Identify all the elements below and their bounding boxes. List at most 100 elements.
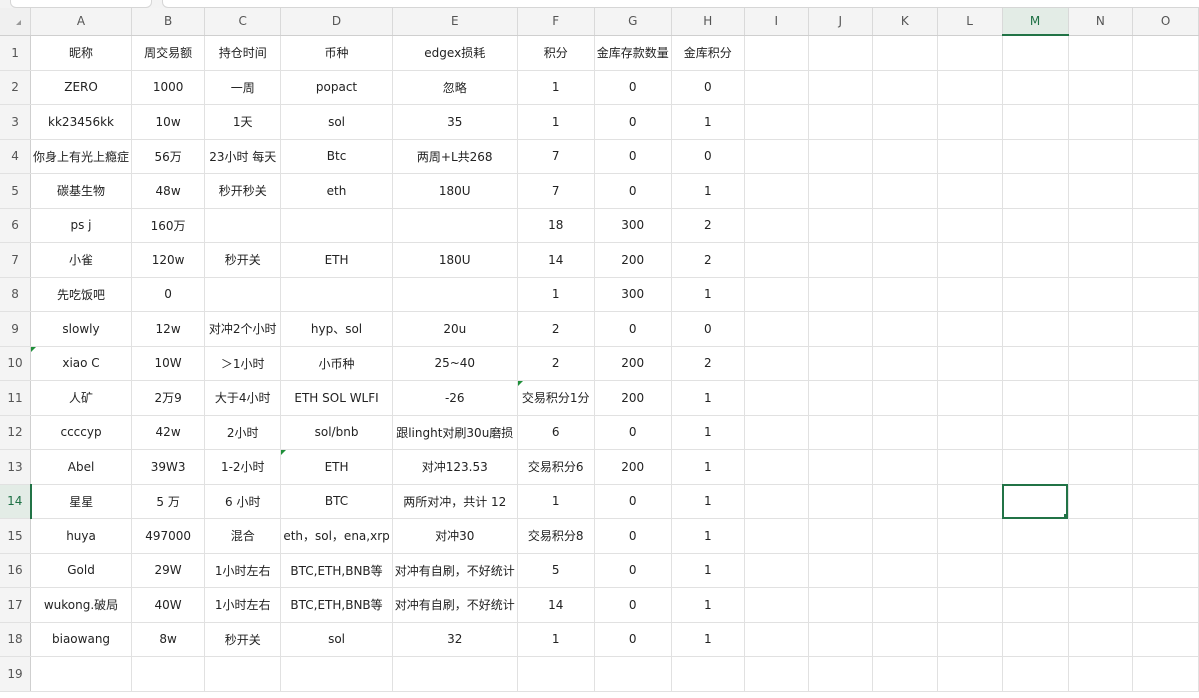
row-header-3[interactable]: 3 xyxy=(0,104,32,140)
row-header-13[interactable]: 13 xyxy=(0,449,32,485)
cell-g1[interactable]: 金库存款数量 xyxy=(594,35,672,71)
cell-m3[interactable] xyxy=(1002,104,1069,140)
cell-l1[interactable] xyxy=(937,35,1003,71)
cell-b3[interactable]: 10w xyxy=(131,104,206,140)
cell-k3[interactable] xyxy=(872,104,938,140)
column-header-i[interactable]: I xyxy=(744,8,809,36)
cell-c16[interactable]: 1小时左右 xyxy=(204,553,282,588)
cell-j16[interactable] xyxy=(808,553,874,588)
cell-k6[interactable] xyxy=(872,208,938,243)
cell-l17[interactable] xyxy=(937,587,1003,623)
cell-m19[interactable] xyxy=(1002,656,1069,692)
cell-i12[interactable] xyxy=(744,415,809,450)
cell-m6[interactable] xyxy=(1002,208,1069,243)
cell-i16[interactable] xyxy=(744,553,809,588)
cell-a1[interactable]: 昵称 xyxy=(30,35,133,71)
cell-k19[interactable] xyxy=(872,656,938,692)
cell-j7[interactable] xyxy=(808,242,874,278)
cell-d19[interactable] xyxy=(280,656,393,692)
cell-b7[interactable]: 120w xyxy=(131,242,206,278)
cell-f15[interactable]: 交易积分8 xyxy=(517,518,595,554)
column-header-f[interactable]: F xyxy=(517,8,595,36)
cell-d13[interactable]: ETH xyxy=(280,449,393,485)
cell-l9[interactable] xyxy=(937,311,1003,347)
cell-c13[interactable]: 1-2小时 xyxy=(204,449,282,485)
cell-n3[interactable] xyxy=(1068,104,1134,140)
cell-l12[interactable] xyxy=(937,415,1003,450)
cell-o3[interactable] xyxy=(1132,104,1199,140)
cell-k14[interactable] xyxy=(872,484,938,519)
cell-g16[interactable]: 0 xyxy=(594,553,672,588)
cell-j19[interactable] xyxy=(808,656,874,692)
cell-c11[interactable]: 大于4小时 xyxy=(204,380,282,416)
cell-l10[interactable] xyxy=(937,346,1003,381)
cell-l8[interactable] xyxy=(937,277,1003,312)
cell-a3[interactable]: kk23456kk xyxy=(30,104,133,140)
row-header-18[interactable]: 18 xyxy=(0,622,32,657)
cell-n17[interactable] xyxy=(1068,587,1134,623)
cell-j10[interactable] xyxy=(808,346,874,381)
cell-n4[interactable] xyxy=(1068,139,1134,174)
column-header-m[interactable]: M xyxy=(1002,8,1069,36)
cell-k8[interactable] xyxy=(872,277,938,312)
cell-h1[interactable]: 金库积分 xyxy=(671,35,745,71)
cell-m13[interactable] xyxy=(1002,449,1069,485)
cell-f16[interactable]: 5 xyxy=(517,553,595,588)
column-header-b[interactable]: B xyxy=(131,8,206,36)
cell-c8[interactable] xyxy=(204,277,282,312)
cell-i9[interactable] xyxy=(744,311,809,347)
column-header-c[interactable]: C xyxy=(204,8,282,36)
cell-f12[interactable]: 6 xyxy=(517,415,595,450)
cell-m18[interactable] xyxy=(1002,622,1069,657)
cell-e15[interactable]: 对冲30 xyxy=(392,518,518,554)
cell-g8[interactable]: 300 xyxy=(594,277,672,312)
cell-m4[interactable] xyxy=(1002,139,1069,174)
cell-f2[interactable]: 1 xyxy=(517,70,595,105)
cell-g17[interactable]: 0 xyxy=(594,587,672,623)
cell-b19[interactable] xyxy=(131,656,206,692)
cell-e5[interactable]: 180U xyxy=(392,173,518,209)
cell-a8[interactable]: 先吃饭吧 xyxy=(30,277,133,312)
cell-h14[interactable]: 1 xyxy=(671,484,745,519)
cell-f3[interactable]: 1 xyxy=(517,104,595,140)
row-header-19[interactable]: 19 xyxy=(0,656,32,692)
cell-d8[interactable] xyxy=(280,277,393,312)
cell-l4[interactable] xyxy=(937,139,1003,174)
cell-d17[interactable]: BTC,ETH,BNB等 xyxy=(280,587,393,623)
cell-m2[interactable] xyxy=(1002,70,1069,105)
row-header-1[interactable]: 1 xyxy=(0,35,32,71)
cell-k2[interactable] xyxy=(872,70,938,105)
cell-f17[interactable]: 14 xyxy=(517,587,595,623)
cell-a4[interactable]: 你身上有光上瘾症 xyxy=(30,139,133,174)
cell-j12[interactable] xyxy=(808,415,874,450)
cell-i8[interactable] xyxy=(744,277,809,312)
cell-j1[interactable] xyxy=(808,35,874,71)
cell-e3[interactable]: 35 xyxy=(392,104,518,140)
column-header-o[interactable]: O xyxy=(1132,8,1199,36)
cell-l11[interactable] xyxy=(937,380,1003,416)
cell-l5[interactable] xyxy=(937,173,1003,209)
cell-o9[interactable] xyxy=(1132,311,1199,347)
cell-e19[interactable] xyxy=(392,656,518,692)
cell-k17[interactable] xyxy=(872,587,938,623)
cell-g12[interactable]: 0 xyxy=(594,415,672,450)
cell-j8[interactable] xyxy=(808,277,874,312)
cell-f8[interactable]: 1 xyxy=(517,277,595,312)
cell-n15[interactable] xyxy=(1068,518,1134,554)
cell-o2[interactable] xyxy=(1132,70,1199,105)
cell-k15[interactable] xyxy=(872,518,938,554)
cell-n9[interactable] xyxy=(1068,311,1134,347)
cell-n14[interactable] xyxy=(1068,484,1134,519)
cell-b18[interactable]: 8w xyxy=(131,622,206,657)
cell-i2[interactable] xyxy=(744,70,809,105)
cell-o4[interactable] xyxy=(1132,139,1199,174)
cell-j9[interactable] xyxy=(808,311,874,347)
cell-l3[interactable] xyxy=(937,104,1003,140)
cell-d16[interactable]: BTC,ETH,BNB等 xyxy=(280,553,393,588)
cell-o7[interactable] xyxy=(1132,242,1199,278)
cell-j17[interactable] xyxy=(808,587,874,623)
cell-n7[interactable] xyxy=(1068,242,1134,278)
row-header-2[interactable]: 2 xyxy=(0,70,32,105)
cell-n5[interactable] xyxy=(1068,173,1134,209)
cell-c1[interactable]: 持仓时间 xyxy=(204,35,282,71)
